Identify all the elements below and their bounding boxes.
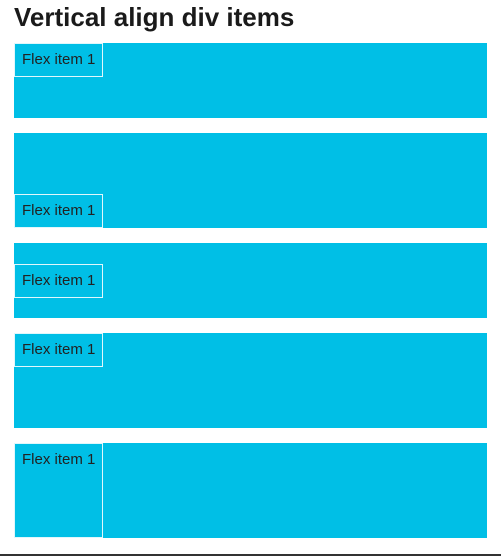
page-title: Vertical align div items (14, 2, 487, 33)
flex-item: Flex item 1 (14, 264, 103, 298)
flex-container-start: Flex item 1 (14, 43, 487, 118)
flex-container-baseline: Flex item 1 (14, 333, 487, 428)
scroll-viewport[interactable]: Vertical align div items Flex item 1 Fle… (0, 0, 501, 556)
flex-item: Flex item 1 (14, 194, 103, 228)
flex-item: Flex item 1 (14, 333, 103, 367)
flex-item: Flex item 1 (14, 43, 103, 77)
page-content: Vertical align div items Flex item 1 Fle… (0, 2, 501, 556)
flex-container-end: Flex item 1 (14, 133, 487, 228)
flex-container-center: Flex item 1 (14, 243, 487, 318)
flex-container-stretch: Flex item 1 (14, 443, 487, 538)
flex-item: Flex item 1 (14, 443, 103, 538)
